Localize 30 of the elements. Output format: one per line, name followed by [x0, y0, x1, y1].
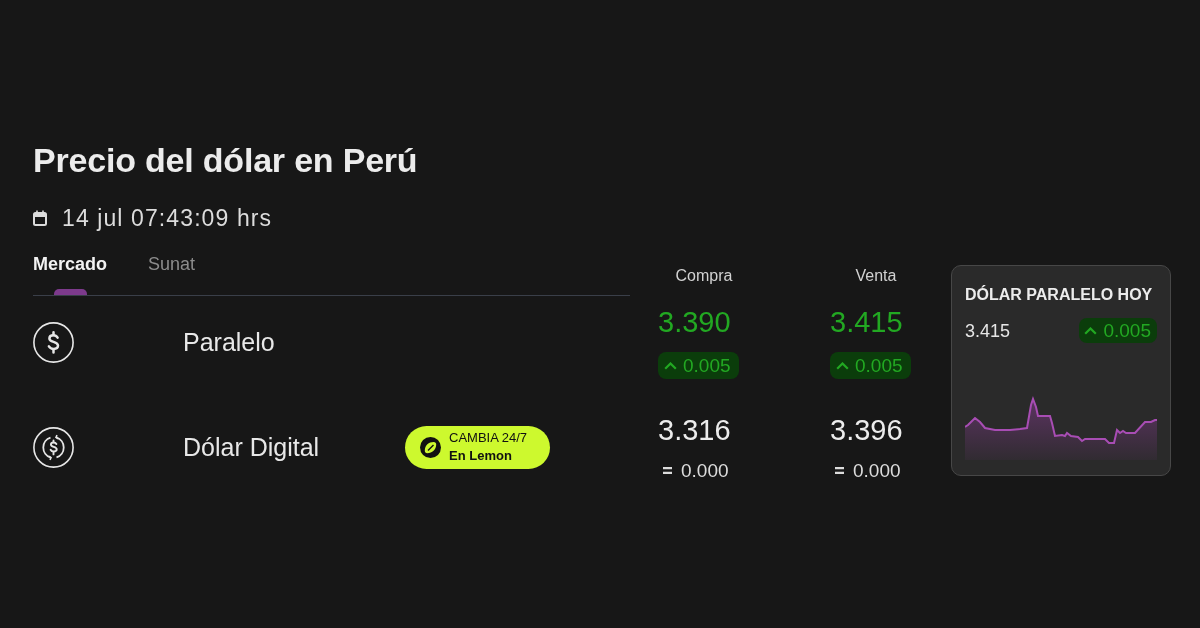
- price-value: 3.415: [965, 319, 1011, 342]
- card-title: DÓLAR PARALELO HOY: [965, 285, 1153, 305]
- column-header: Venta: [855, 267, 897, 285]
- change-value: 0.005: [1103, 319, 1151, 342]
- dollar-coin-icon: [33, 321, 74, 363]
- page-title: Precio del dólar en Perú: [33, 140, 418, 181]
- dollar-exchange-icon: [33, 426, 74, 468]
- equals-icon: [835, 467, 844, 474]
- price-value: 3.390: [658, 305, 731, 339]
- price-value: 3.316: [658, 412, 731, 447]
- price-value: 3.396: [830, 412, 903, 447]
- change-value: 0.000: [681, 459, 729, 482]
- change-value: 0.005: [683, 354, 731, 377]
- promo-button[interactable]: CAMBIA 24/7 En Lemon: [405, 425, 550, 469]
- tab[interactable]: Mercado: [33, 253, 108, 295]
- calendar-icon: [33, 210, 47, 226]
- lemon-icon: [420, 436, 441, 458]
- change-value: 0.005: [855, 354, 903, 377]
- chevron-up-icon: [1084, 326, 1098, 335]
- column-header: Compra: [675, 267, 733, 285]
- active-tab-indicator: [53, 289, 87, 295]
- chevron-up-icon: [664, 361, 677, 370]
- change-value: 0.000: [853, 459, 901, 482]
- rate-name: Dólar Digital: [183, 432, 320, 462]
- tab[interactable]: Sunat: [148, 253, 196, 295]
- equals-icon: [663, 467, 672, 474]
- update-time: 14 jul 07:43:09 hrs: [62, 204, 273, 232]
- rate-name: Paralelo: [183, 327, 275, 357]
- price-value: 3.415: [830, 305, 903, 339]
- chevron-up-icon: [836, 361, 849, 370]
